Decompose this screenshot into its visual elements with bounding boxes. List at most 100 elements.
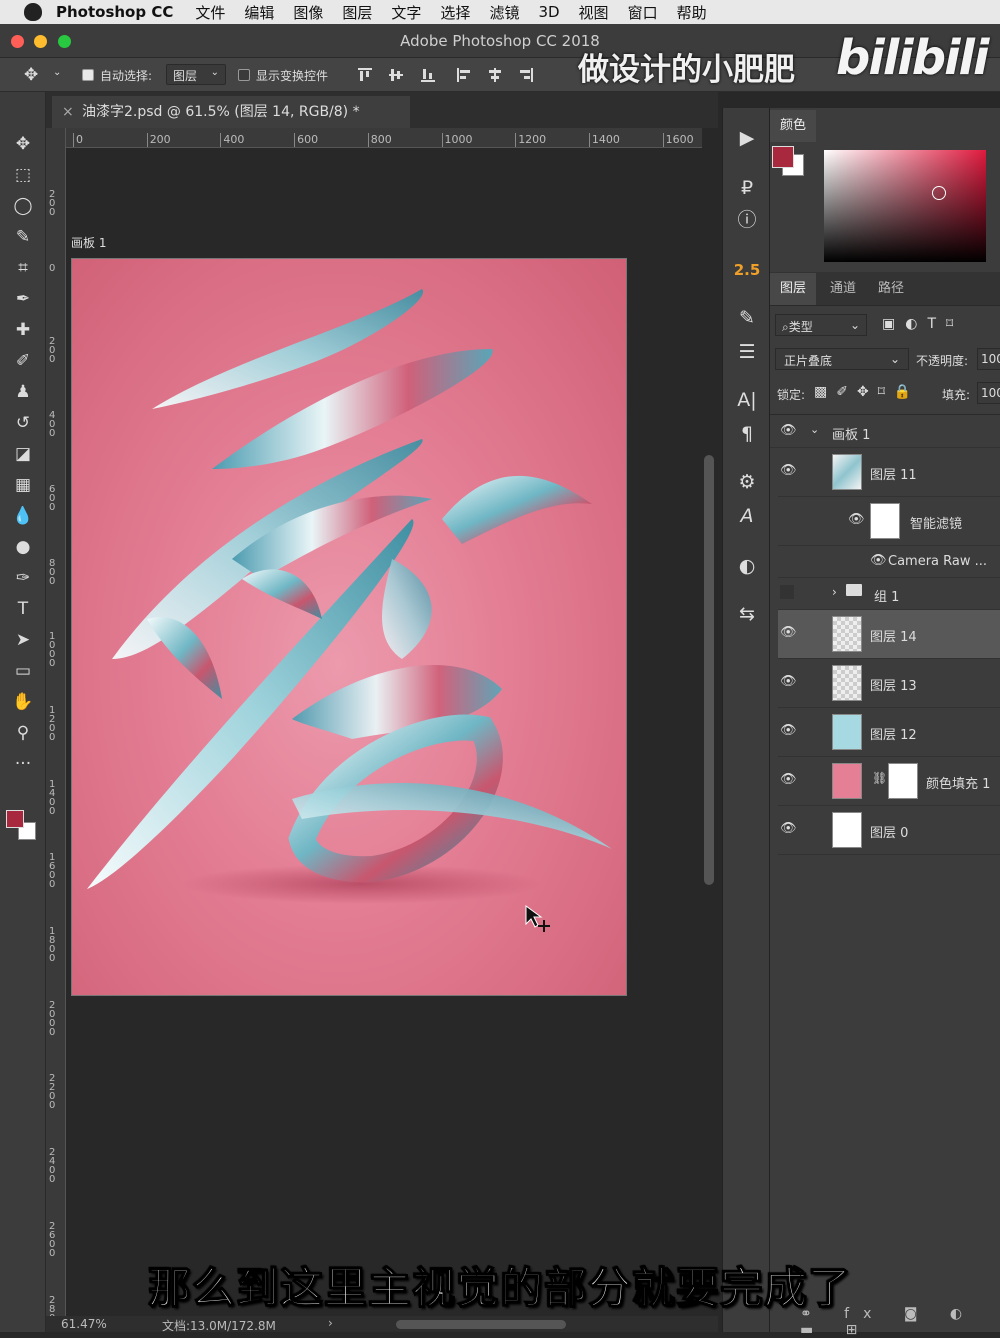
crop-tool-icon[interactable]: ⌗ <box>8 254 38 282</box>
history-brush-tool-icon[interactable]: ↺ <box>8 409 38 437</box>
tab-paths[interactable]: 路径 <box>868 273 914 305</box>
eye-icon[interactable]: 👁 <box>780 463 797 478</box>
zoom-tool-icon[interactable]: ⚲ <box>8 719 38 747</box>
eye-icon[interactable]: 👁 <box>848 512 865 527</box>
layer-row[interactable]: 👁 图层 14 <box>778 610 1000 659</box>
layer-row[interactable]: 👁 图层 13 <box>778 659 1000 708</box>
document-size[interactable]: 文档:13.0M/172.8M <box>162 1317 276 1334</box>
eraser-tool-icon[interactable]: ◪ <box>8 440 38 468</box>
rectangle-tool-icon[interactable]: ▭ <box>8 657 38 685</box>
layer-row[interactable]: 👁 Camera Raw ... <box>778 546 1000 578</box>
glyphs-icon[interactable]: ⚙ <box>729 468 765 496</box>
path-select-tool-icon[interactable]: ➤ <box>8 626 38 654</box>
artboard-label[interactable]: 画板 1 <box>71 234 106 251</box>
auto-select-target-dropdown[interactable]: 图层 ⌄ <box>166 64 226 85</box>
artboard-layer-row[interactable]: 👁 ⌄ 画板 1 <box>770 414 1000 448</box>
type-style-icon[interactable]: A <box>729 502 765 530</box>
toolbar-foreground-swatch[interactable] <box>6 810 24 828</box>
menu-window[interactable]: 窗口 <box>628 2 658 23</box>
layer-thumbnail[interactable] <box>832 454 862 490</box>
menu-view[interactable]: 视图 <box>579 2 609 23</box>
chevron-down-icon[interactable]: ⌄ <box>53 67 61 78</box>
align-top-icon[interactable] <box>357 67 373 83</box>
paragraph-icon[interactable]: ¶ <box>729 420 765 448</box>
zoom-level[interactable]: 61.47% <box>61 1317 107 1331</box>
dodge-tool-icon[interactable]: ● <box>8 533 38 561</box>
align-vcenter-icon[interactable] <box>388 67 404 83</box>
eyedropper-tool-icon[interactable]: ✒ <box>8 285 38 313</box>
color-picker-cursor[interactable] <box>932 186 946 200</box>
clone-stamp-tool-icon[interactable]: ♟ <box>8 378 38 406</box>
menu-select[interactable]: 选择 <box>440 2 470 23</box>
eye-icon[interactable]: 👁 <box>780 772 797 787</box>
brush-tool-icon[interactable]: ✐ <box>8 347 38 375</box>
layer-thumbnail[interactable] <box>832 714 862 750</box>
layer-row[interactable]: › 组 1 <box>778 578 1000 610</box>
menu-3d[interactable]: 3D <box>538 3 559 21</box>
menu-app[interactable]: Photoshop CC <box>56 3 173 21</box>
align-bottom-icon[interactable] <box>420 67 436 83</box>
align-hcenter-icon[interactable] <box>487 67 503 83</box>
adjustment-circle-icon[interactable]: ◐ <box>729 552 765 580</box>
hand-tool-icon[interactable]: ✋ <box>8 688 38 716</box>
document-tab[interactable]: × 油漆字2.psd @ 61.5% (图层 14, RGB/8) * <box>52 96 410 128</box>
canvas-area[interactable]: 画板 1 <box>66 148 702 1320</box>
lasso-tool-icon[interactable]: ◯ <box>8 192 38 220</box>
move-tool-icon[interactable]: ✥ <box>24 65 38 85</box>
paragraph-style-icon[interactable]: ₽ <box>729 174 765 202</box>
pen-tool-icon[interactable]: ✑ <box>8 564 38 592</box>
layer-filter-dropdown[interactable]: ⌕类型 ⌄ <box>775 314 867 336</box>
layer-row[interactable]: 👁 ⛓ 颜色填充 1 <box>778 757 1000 806</box>
layer-row[interactable]: 👁 图层 12 <box>778 708 1000 757</box>
align-right-icon[interactable] <box>518 67 534 83</box>
menu-edit[interactable]: 编辑 <box>244 2 274 23</box>
vertical-scrollbar[interactable] <box>704 455 714 885</box>
eye-icon[interactable]: 👁 <box>870 553 887 568</box>
info-icon[interactable]: ⓘ <box>729 206 765 234</box>
tab-channels[interactable]: 通道 <box>820 273 866 305</box>
layer-thumbnail[interactable] <box>832 665 862 701</box>
layer-row[interactable]: 👁 智能滤镜 <box>778 497 1000 546</box>
play-actions-icon[interactable]: ▶ <box>729 124 765 152</box>
adjustments-icon[interactable]: ☰ <box>729 338 765 366</box>
menu-layer[interactable]: 图层 <box>342 2 372 23</box>
auto-select-checkbox[interactable] <box>82 69 94 81</box>
link-icon[interactable]: ⛓ <box>872 771 887 785</box>
fill-input[interactable]: 100% <box>977 382 1000 404</box>
horizontal-scrollbar[interactable] <box>396 1320 566 1329</box>
menu-help[interactable]: 帮助 <box>677 2 707 23</box>
menu-type[interactable]: 文字 <box>391 2 421 23</box>
chevron-right-icon[interactable]: › <box>832 585 837 599</box>
tab-layers[interactable]: 图层 <box>770 273 817 305</box>
eye-icon[interactable]: 👁 <box>780 674 797 689</box>
layer-thumbnail[interactable] <box>832 616 862 652</box>
close-tab-icon[interactable]: × <box>62 96 74 128</box>
brush-size-value[interactable]: 2.5 <box>729 256 765 284</box>
tab-color[interactable]: 颜色 <box>770 110 817 142</box>
eye-icon[interactable] <box>780 585 794 599</box>
marquee-tool-icon[interactable]: ⬚ <box>8 161 38 189</box>
character-icon[interactable]: A| <box>729 386 765 414</box>
menu-image[interactable]: 图像 <box>293 2 323 23</box>
healing-brush-tool-icon[interactable]: ✚ <box>8 316 38 344</box>
chevron-down-icon[interactable]: ⌄ <box>810 423 819 436</box>
brush-settings-icon[interactable]: ✎ <box>729 304 765 332</box>
blend-mode-dropdown[interactable]: 正片叠底 ⌄ <box>775 348 909 370</box>
menu-file[interactable]: 文件 <box>195 2 225 23</box>
eye-icon[interactable]: 👁 <box>780 821 797 836</box>
apple-icon[interactable] <box>24 3 42 21</box>
history-icon[interactable]: ⇆ <box>729 600 765 628</box>
layer-thumbnail[interactable] <box>870 503 900 539</box>
align-left-icon[interactable] <box>456 67 472 83</box>
more-tools-icon[interactable]: ··· <box>8 750 38 778</box>
type-tool-icon[interactable]: T <box>8 595 38 623</box>
show-transform-checkbox[interactable] <box>238 69 250 81</box>
layer-mask-thumbnail[interactable] <box>888 763 918 799</box>
lock-icons[interactable]: ▩✐✥⌑🔒 <box>814 384 920 400</box>
foreground-color-swatch[interactable] <box>772 146 794 168</box>
eye-icon[interactable]: 👁 <box>780 723 797 738</box>
layer-thumbnail[interactable] <box>832 763 862 799</box>
layer-row[interactable]: 👁 图层 11 <box>778 448 1000 497</box>
eye-icon[interactable]: 👁 <box>780 423 797 438</box>
layer-thumbnail[interactable] <box>832 812 862 848</box>
